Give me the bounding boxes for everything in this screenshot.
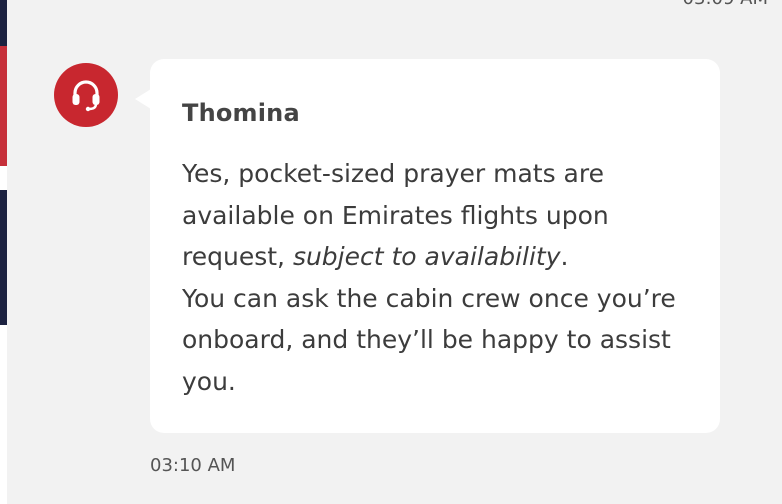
agent-avatar <box>54 63 118 127</box>
previous-message-timestamp: 03:09 AM <box>683 0 768 9</box>
message-text: Yes, pocket-sized prayer mats are availa… <box>182 153 696 402</box>
message-text-part2: . <box>560 242 569 271</box>
message-timestamp: 03:10 AM <box>150 455 236 476</box>
background-edge-navy-top <box>0 0 7 46</box>
headset-icon <box>68 77 104 113</box>
bubble-tail <box>135 89 151 109</box>
background-edge-navy <box>0 190 7 325</box>
message-paragraph-1: Yes, pocket-sized prayer mats are availa… <box>182 153 696 278</box>
background-edge-red <box>0 46 7 166</box>
message-bubble: Thomina Yes, pocket-sized prayer mats ar… <box>135 59 720 433</box>
background-page-edge <box>0 0 7 504</box>
message-paragraph-2: You can ask the cabin crew once you’re o… <box>182 283 676 396</box>
sender-name: Thomina <box>182 99 300 127</box>
message-text-italic: subject to availability <box>292 242 561 271</box>
